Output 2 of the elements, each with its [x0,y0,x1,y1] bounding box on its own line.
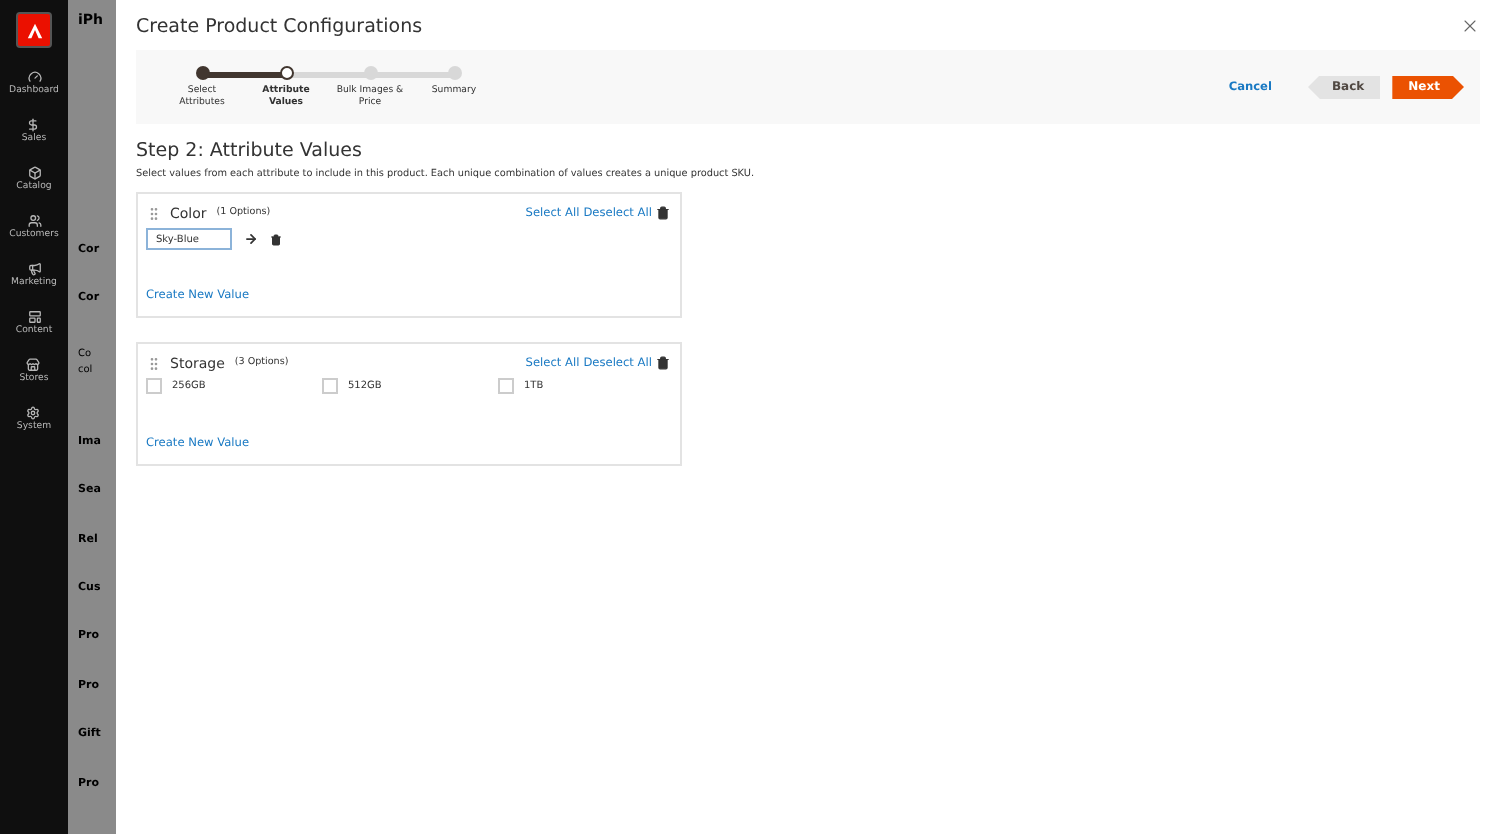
modal-title: Create Product Configurations [136,15,423,37]
step-title: Step 2: Attribute Values [136,140,364,162]
